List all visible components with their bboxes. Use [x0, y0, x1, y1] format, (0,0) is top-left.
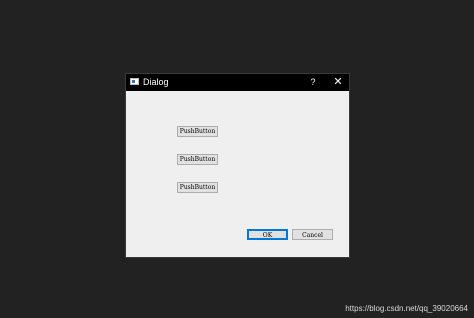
close-button[interactable]: ✕ — [331, 75, 345, 89]
window-title: Dialog — [143, 77, 169, 87]
help-button[interactable]: ? — [307, 75, 319, 89]
dialog-window: Dialog ? ✕ PushButton PushButton PushBut… — [125, 73, 350, 258]
title-bar[interactable]: Dialog ? ✕ — [126, 74, 349, 91]
watermark-text: https://blog.csdn.net/qq_39020664 — [345, 304, 468, 313]
push-button-3[interactable]: PushButton — [177, 182, 218, 193]
push-button-1[interactable]: PushButton — [177, 126, 218, 137]
desktop-background: { "dialog": { "title": "Dialog", "help_l… — [0, 0, 474, 318]
push-button-2[interactable]: PushButton — [177, 154, 218, 165]
window-icon — [130, 78, 139, 85]
cancel-button[interactable]: Cancel — [292, 229, 333, 240]
ok-button[interactable]: OK — [247, 229, 288, 240]
